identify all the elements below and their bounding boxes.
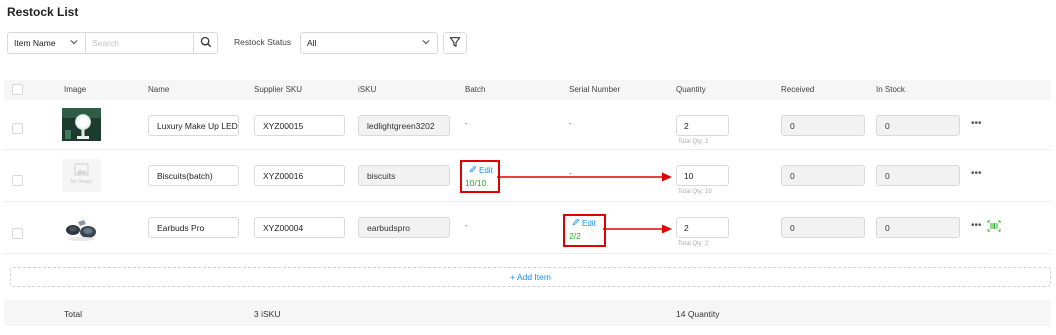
footer-total-label: Total bbox=[64, 309, 82, 319]
footer-quantity-total: 14 Quantity bbox=[676, 309, 720, 319]
footer-isku-count: 3 iSKU bbox=[254, 309, 281, 319]
table-footer: Total 3 iSKU 14 Quantity bbox=[4, 300, 1051, 326]
add-item-button[interactable]: + Add Item bbox=[10, 267, 1051, 287]
